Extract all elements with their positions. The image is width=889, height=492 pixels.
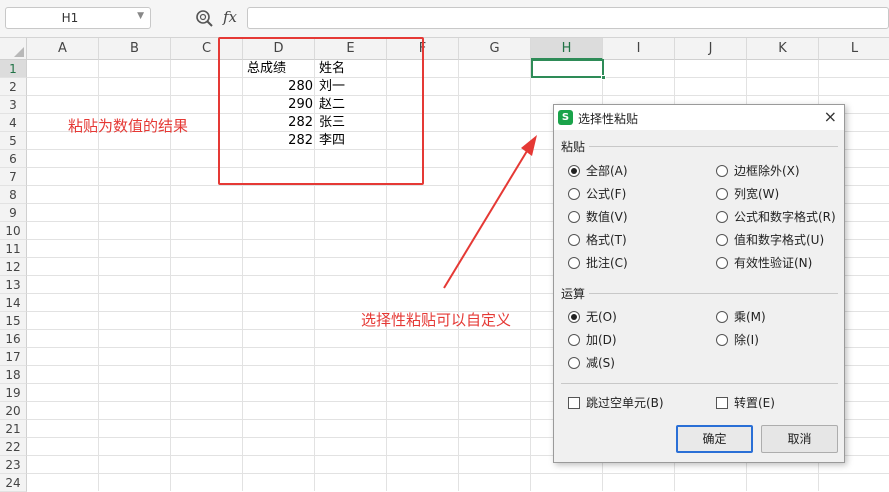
radio-icon[interactable] xyxy=(716,211,728,223)
radio-icon[interactable] xyxy=(716,165,728,177)
radio-icon[interactable] xyxy=(716,234,728,246)
close-icon[interactable]: × xyxy=(824,107,837,126)
option-paste-all[interactable]: 全部(A) xyxy=(568,163,628,179)
radio-icon[interactable] xyxy=(716,311,728,323)
option-all-except-borders[interactable]: 边框除外(X) xyxy=(716,163,800,179)
option-validation[interactable]: 有效性验证(N) xyxy=(716,255,812,271)
option-op-multiply[interactable]: 乘(M) xyxy=(716,309,766,325)
radio-icon[interactable] xyxy=(716,188,728,200)
option-paste-formats[interactable]: 格式(T) xyxy=(568,232,627,248)
dialog-title: 选择性粘贴 xyxy=(578,112,639,126)
option-paste-comments[interactable]: 批注(C) xyxy=(568,255,628,271)
radio-icon[interactable] xyxy=(716,257,728,269)
radio-icon[interactable] xyxy=(716,334,728,346)
option-column-widths[interactable]: 列宽(W) xyxy=(716,186,779,202)
option-op-subtract[interactable]: 减(S) xyxy=(568,355,615,371)
option-paste-formulas[interactable]: 公式(F) xyxy=(568,186,626,202)
transpose-checkbox[interactable]: 转置(E) xyxy=(716,395,775,411)
option-paste-values[interactable]: 数值(V) xyxy=(568,209,628,225)
radio-icon[interactable] xyxy=(568,211,580,223)
radio-icon[interactable] xyxy=(568,165,580,177)
checkbox-icon[interactable] xyxy=(716,397,728,409)
operation-section-label: 运算 xyxy=(561,287,586,301)
dialog-titlebar: S 选择性粘贴 × xyxy=(554,105,844,130)
ok-button[interactable]: 确定 xyxy=(676,425,753,453)
divider xyxy=(561,383,838,384)
divider xyxy=(589,293,838,294)
option-op-divide[interactable]: 除(I) xyxy=(716,332,759,348)
radio-icon[interactable] xyxy=(568,234,580,246)
radio-icon[interactable] xyxy=(568,257,580,269)
radio-icon[interactable] xyxy=(568,188,580,200)
radio-icon[interactable] xyxy=(568,334,580,346)
paste-section-label: 粘贴 xyxy=(561,140,586,154)
radio-icon[interactable] xyxy=(568,357,580,369)
paste-special-dialog: S 选择性粘贴 × 粘贴 全部(A) 公式(F) 数值(V) 格式(T) 批注(… xyxy=(553,104,845,463)
skip-blanks-checkbox[interactable]: 跳过空单元(B) xyxy=(568,395,664,411)
radio-icon[interactable] xyxy=(568,311,580,323)
option-values-number-formats[interactable]: 值和数字格式(U) xyxy=(716,232,824,248)
option-op-none[interactable]: 无(O) xyxy=(568,309,617,325)
wps-logo-icon: S xyxy=(558,110,573,125)
divider xyxy=(589,146,838,147)
cancel-button[interactable]: 取消 xyxy=(761,425,838,453)
option-formulas-number-formats[interactable]: 公式和数字格式(R) xyxy=(716,209,836,225)
checkbox-icon[interactable] xyxy=(568,397,580,409)
option-op-add[interactable]: 加(D) xyxy=(568,332,617,348)
